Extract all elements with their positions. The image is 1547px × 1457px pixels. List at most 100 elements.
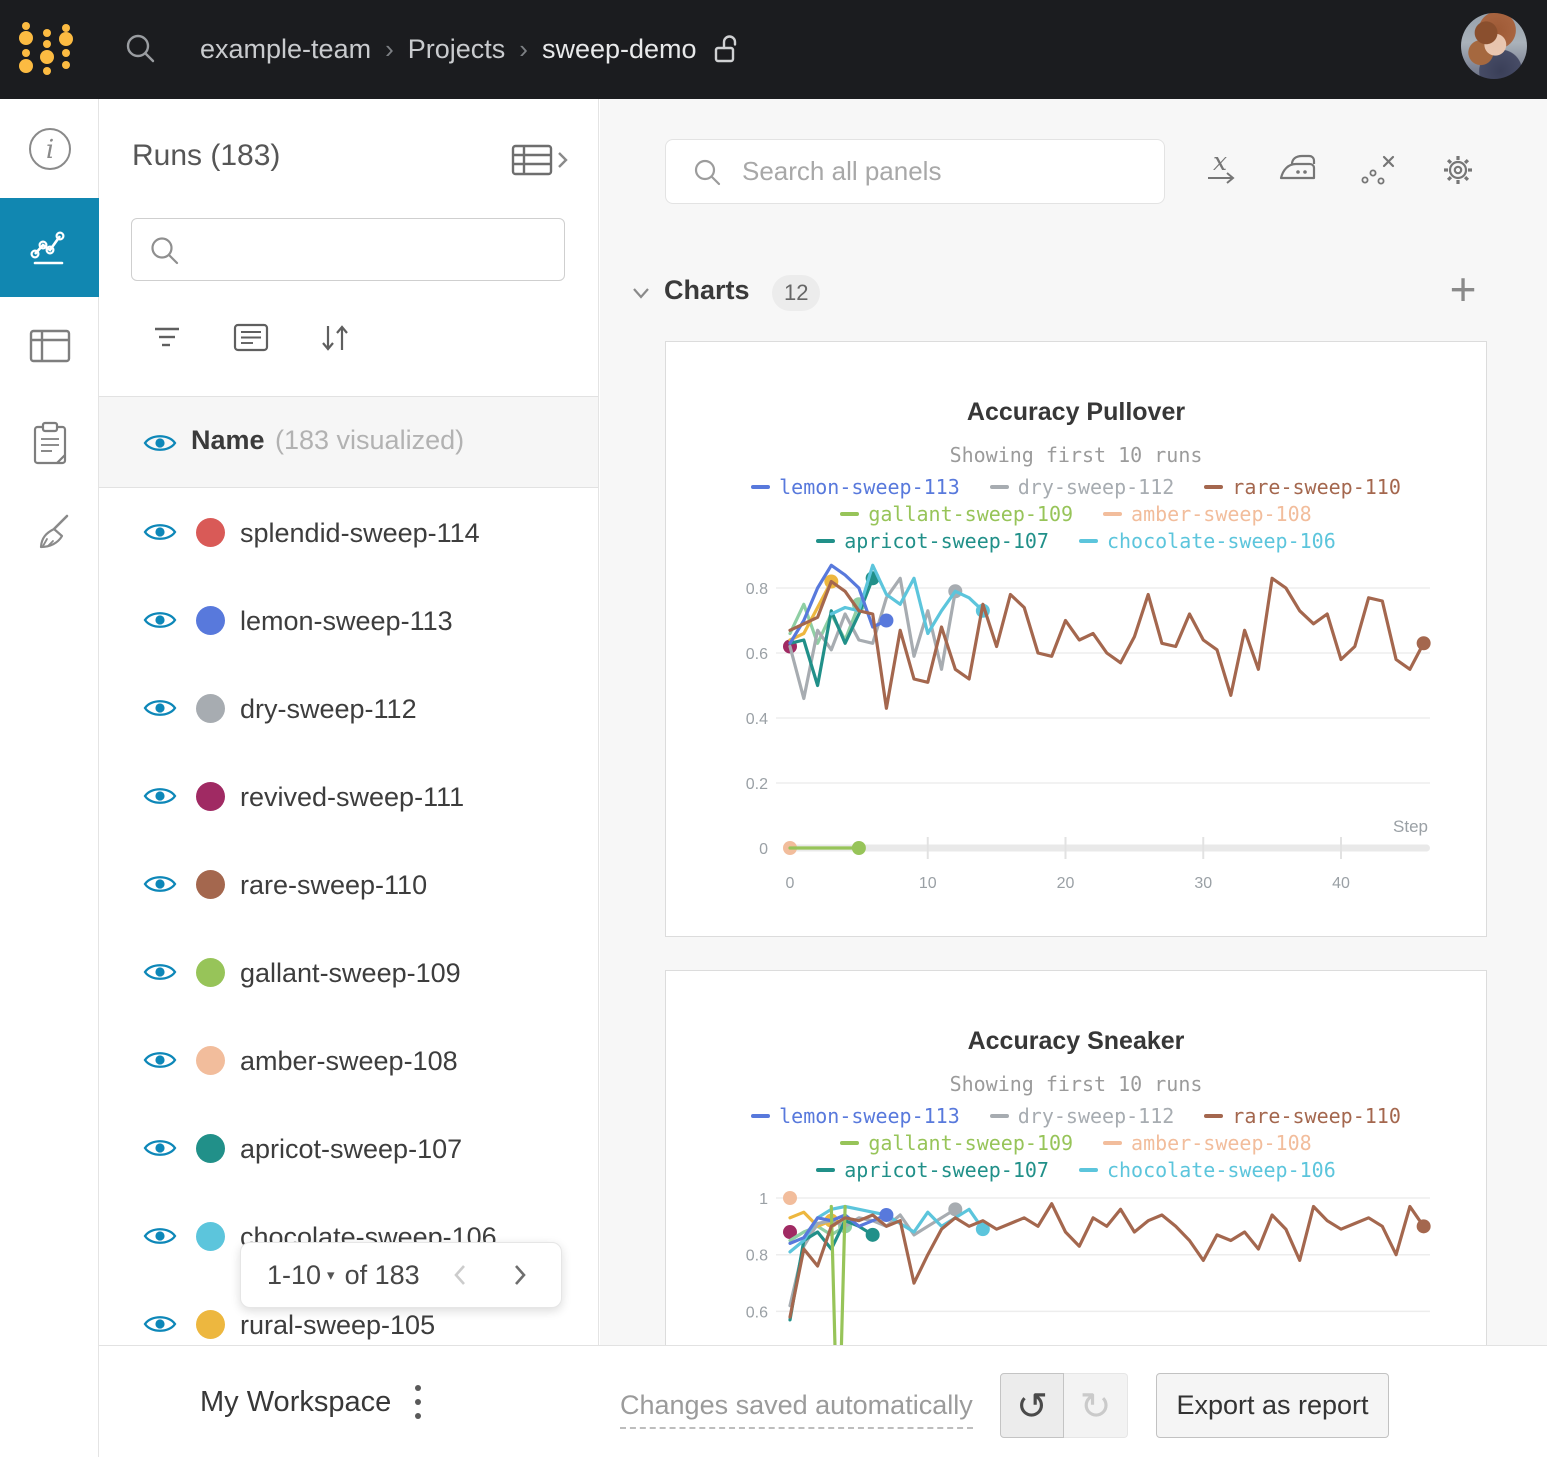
name-column-header: Name [191,425,265,456]
tab-runs-table[interactable] [0,297,99,396]
y-tick-label: 0.8 [746,581,768,598]
sort-icon[interactable] [315,318,355,358]
logo-dot [22,49,30,57]
series-end-dot-lemon-sweep-113 [879,1208,893,1222]
smoothing-iron-icon[interactable] [1276,148,1320,192]
run-visibility-eye-icon[interactable] [143,520,177,544]
logo-dot [43,67,51,75]
tab-notes[interactable] [0,394,99,493]
top-bar: example-team › Projects › sweep-demo [0,0,1547,99]
workspace-name: My Workspace [200,1386,391,1419]
series-end-dot-rare-sweep-110 [1417,1219,1431,1233]
runs-search-box [131,218,565,281]
run-color-dot [196,958,225,987]
run-visibility-eye-icon[interactable] [143,784,177,808]
run-color-dot [196,1222,225,1251]
unlock-icon[interactable] [711,32,745,68]
global-search-icon[interactable] [122,30,160,68]
x-axis-baseline[interactable] [787,845,1430,852]
breadcrumb-project[interactable]: sweep-demo [542,34,697,65]
settings-gear-icon[interactable] [1436,148,1480,192]
logo-dot [43,40,51,48]
run-color-dot [196,694,225,723]
pagination-next-icon[interactable] [502,1258,536,1292]
charts-section-label: Charts [664,275,750,306]
panel-search-input[interactable] [742,145,1142,198]
tab-charts-workspace[interactable] [0,198,99,297]
run-row: revived-sweep-111 [99,752,598,840]
run-name[interactable]: lemon-sweep-113 [240,606,453,637]
run-name[interactable]: amber-sweep-108 [240,1046,458,1077]
filter-icon[interactable] [149,318,189,358]
logo-dot [59,32,73,46]
runs-name-header-row: Name (183 visualized) [99,396,598,488]
pagination-dropdown-arrow-icon[interactable]: ▾ [327,1266,335,1284]
y-tick-label: 0.6 [746,646,768,663]
runs-search-input[interactable] [192,223,552,276]
y-tick-label: 0.6 [746,1304,768,1321]
run-name[interactable]: rural-sweep-105 [240,1310,435,1341]
run-row: rare-sweep-110 [99,840,598,928]
expand-runs-table-icon[interactable] [511,143,571,179]
outlier-points-icon[interactable] [1356,148,1400,192]
run-name[interactable]: rare-sweep-110 [240,870,427,901]
visibility-all-eye-icon[interactable] [143,431,177,455]
x-axis-settings-icon[interactable]: x [1201,148,1245,192]
breadcrumb-separator: › [385,34,394,65]
run-name[interactable]: dry-sweep-112 [240,694,417,725]
pagination-prev-icon[interactable] [444,1258,478,1292]
user-avatar[interactable] [1461,13,1527,79]
series-end-dot-lemon-sweep-113 [879,614,893,628]
visualized-count: (183 visualized) [275,425,464,456]
export-as-report-button[interactable]: Export as report [1156,1373,1389,1438]
svg-text:x: x [1213,148,1227,176]
undo-button[interactable]: ↺ [1000,1373,1064,1438]
run-visibility-eye-icon[interactable] [143,1224,177,1248]
breadcrumb-projects[interactable]: Projects [408,34,506,65]
x-tick-label: 10 [919,875,937,892]
chart-panel[interactable]: Accuracy PulloverShowing first 10 runsle… [665,341,1487,937]
runs-pagination: 1-10 ▾ of 183 [240,1242,562,1308]
run-visibility-eye-icon[interactable] [143,1136,177,1160]
run-color-dot [196,782,225,811]
run-color-dot [196,1310,225,1339]
logo-dot [22,22,30,30]
series-end-dot-rare-sweep-110 [1417,636,1431,650]
workspace-menu-kebab-icon[interactable] [407,1378,429,1426]
series-end-dot-apricot-sweep-107 [866,1228,880,1242]
run-visibility-eye-icon[interactable] [143,1312,177,1336]
tab-sweeps-broom[interactable] [0,483,99,582]
pagination-range-dropdown[interactable]: 1-10 [267,1260,321,1291]
x-tick-label: 30 [1194,875,1212,892]
run-color-dot [196,1134,225,1163]
series-end-dot-amber-sweep-108 [783,1191,797,1205]
autosave-status[interactable]: Changes saved automatically [620,1390,973,1429]
runs-panel-title: Runs (183) [132,139,280,173]
run-name[interactable]: gallant-sweep-109 [240,958,461,989]
run-visibility-eye-icon[interactable] [143,872,177,896]
run-visibility-eye-icon[interactable] [143,960,177,984]
run-visibility-eye-icon[interactable] [143,608,177,632]
breadcrumb-team[interactable]: example-team [200,34,371,65]
chart-plot: 00.20.40.60.8010203040Step [666,342,1488,938]
logo-dot [19,31,33,45]
wandb-logo-icon[interactable] [10,5,100,95]
y-tick-label: 0 [759,841,768,858]
run-row: dry-sweep-112 [99,664,598,752]
run-row: apricot-sweep-107 [99,1104,598,1192]
run-visibility-eye-icon[interactable] [143,696,177,720]
redo-button[interactable]: ↻ [1064,1373,1128,1438]
run-visibility-eye-icon[interactable] [143,1048,177,1072]
run-name[interactable]: splendid-sweep-114 [240,518,480,549]
run-name[interactable]: apricot-sweep-107 [240,1134,462,1165]
logo-dot [62,49,70,57]
run-row: splendid-sweep-114 [99,488,598,576]
info-icon[interactable]: i [0,99,99,198]
run-row: lemon-sweep-113 [99,576,598,664]
run-color-dot [196,606,225,635]
charts-count-badge: 12 [772,275,820,311]
run-name[interactable]: revived-sweep-111 [240,782,464,813]
group-icon[interactable] [231,318,271,358]
add-panel-icon[interactable]: + [1443,267,1483,313]
charts-section-collapse-icon[interactable] [629,281,653,305]
